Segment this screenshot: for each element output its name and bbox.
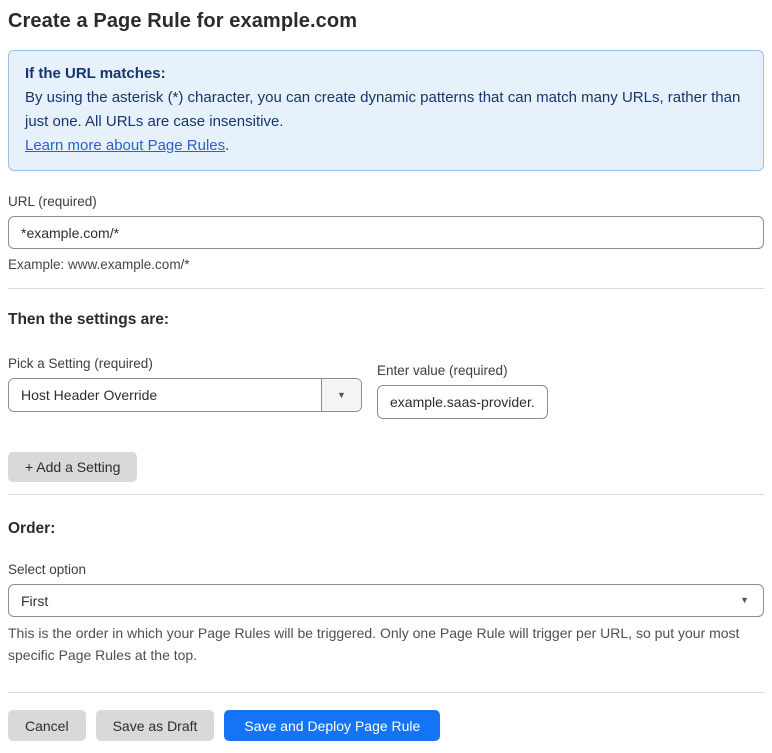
cancel-button[interactable]: Cancel — [8, 710, 86, 741]
enter-value-label: Enter value (required) — [377, 363, 508, 378]
divider — [8, 692, 764, 693]
link-period: . — [225, 137, 230, 154]
order-section-heading: Order: — [8, 520, 56, 537]
order-select-arrow: ▼ — [740, 585, 763, 616]
order-select-label: Select option — [8, 562, 87, 577]
url-field-label: URL (required) — [8, 194, 97, 209]
enter-value-group: Enter value (required) — [377, 363, 548, 419]
setting-value-input[interactable] — [377, 385, 548, 419]
setting-select-arrow-section[interactable]: ▼ — [321, 379, 361, 411]
chevron-down-icon: ▼ — [337, 389, 346, 400]
url-input[interactable] — [8, 216, 764, 249]
pick-setting-group: Pick a Setting (required) Host Header Ov… — [8, 356, 362, 419]
url-field-group: URL (required) Example: www.example.com/… — [8, 194, 764, 272]
add-setting-button[interactable]: + Add a Setting — [8, 452, 138, 482]
form-actions: Cancel Save as Draft Save and Deploy Pag… — [8, 710, 764, 741]
save-as-draft-button[interactable]: Save as Draft — [95, 710, 215, 741]
pick-setting-label: Pick a Setting (required) — [8, 356, 153, 371]
info-box-heading: If the URL matches: — [25, 65, 166, 82]
divider — [8, 494, 764, 495]
learn-more-link[interactable]: Learn more about Page Rules — [25, 137, 225, 154]
settings-section-heading: Then the settings are: — [8, 311, 170, 328]
url-match-info-box: If the URL matches: By using the asteris… — [8, 50, 764, 171]
order-select-value: First — [21, 592, 49, 609]
divider — [8, 288, 764, 289]
order-select[interactable]: First ▼ — [8, 584, 764, 617]
order-helper-text: This is the order in which your Page Rul… — [8, 625, 740, 663]
page-title: Create a Page Rule for example.com — [8, 10, 358, 32]
setting-select-value: Host Header Override — [21, 387, 158, 403]
setting-row: Pick a Setting (required) Host Header Ov… — [8, 356, 764, 419]
info-box-link-line: Learn more about Page Rules. — [25, 134, 747, 158]
setting-select[interactable]: Host Header Override ▼ — [8, 378, 362, 412]
chevron-down-icon: ▼ — [740, 595, 749, 605]
save-and-deploy-button[interactable]: Save and Deploy Page Rule — [224, 710, 441, 741]
url-example-helper: Example: www.example.com/* — [8, 257, 190, 272]
info-box-body: By using the asterisk (*) character, you… — [25, 89, 741, 130]
